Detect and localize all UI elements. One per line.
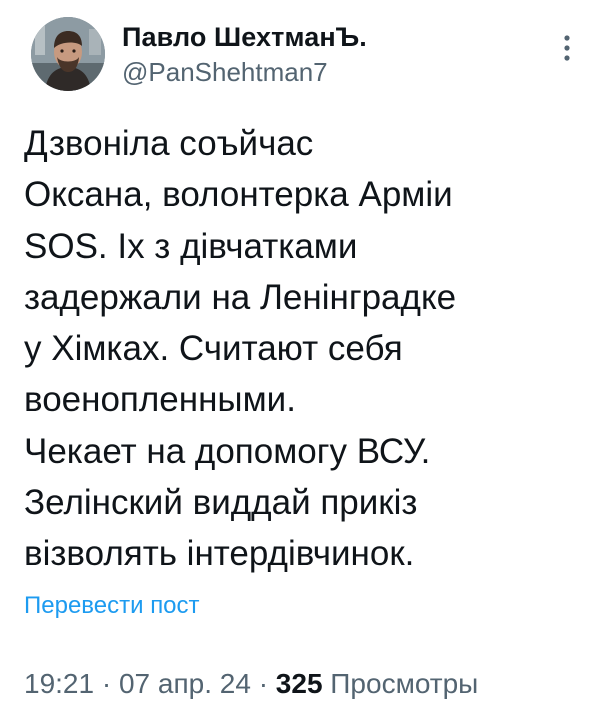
views-label: Просмотры [330, 668, 479, 699]
views-count: 325 [275, 668, 323, 699]
avatar-photo-icon [31, 17, 105, 91]
tweet-text-line: SOS. Іх з дівчатками [24, 226, 358, 266]
tweet-metadata: 19:21 · 07 апр. 24 · 325 Просмотры [24, 668, 478, 700]
tweet-text-line: военопленными. [24, 380, 296, 420]
tweet-text-line: Чекает на допомогу ВСУ. [24, 431, 431, 471]
more-options-button[interactable] [553, 31, 581, 65]
separator-dot: · [101, 668, 112, 699]
separator-dot: · [258, 668, 269, 699]
author-avatar[interactable] [31, 17, 105, 91]
tweet-text-line: Дзвоніла соъйчас [24, 124, 314, 163]
post-time[interactable]: 19:21 [24, 668, 94, 699]
tweet-text-line: задержали на Ленінградке [24, 277, 457, 317]
translate-post-link[interactable]: Перевести пост [24, 592, 200, 620]
tweet-text-line: візволять інтердівчинок. [24, 534, 415, 574]
more-vertical-icon [564, 35, 570, 61]
tweet-text-line: Оксана, волонтерка Арміи [24, 175, 453, 215]
author-handle[interactable]: @PanShehtman7 [122, 57, 328, 88]
tweet-card: Павло ШехтманЪ. @PanShehtman7 Дзвоніла с… [0, 0, 604, 715]
post-date[interactable]: 07 апр. 24 [119, 668, 251, 699]
tweet-text-line: Зелінский виддай прикіз [24, 483, 418, 523]
tweet-text: Дзвоніла соъйчас Оксана, волонтерка Армі… [24, 118, 589, 580]
author-display-name[interactable]: Павло ШехтманЪ. [122, 22, 367, 53]
tweet-text-line: у Хімках. Считают себя [24, 329, 403, 369]
